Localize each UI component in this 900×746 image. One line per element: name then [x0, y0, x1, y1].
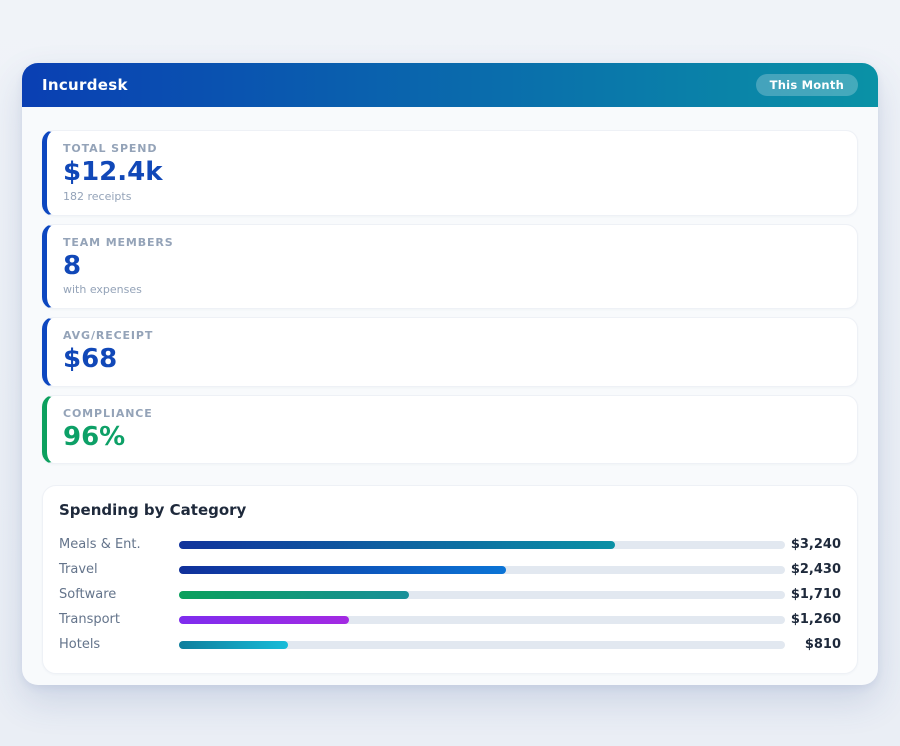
category-label: Hotels [59, 637, 179, 652]
bar-track [179, 641, 785, 649]
category-row-meals: Meals & Ent. $3,240 [59, 532, 841, 557]
stat-label: TOTAL SPEND [63, 142, 841, 155]
app-title: Incurdesk [42, 76, 128, 94]
bar-track [179, 591, 785, 599]
category-label: Meals & Ent. [59, 537, 179, 552]
category-row-hotels: Hotels $810 [59, 632, 841, 657]
category-row-software: Software $1,710 [59, 582, 841, 607]
stat-subtext: 182 receipts [63, 190, 841, 203]
page-background: { "header": { "app_title": "Incurdesk", … [0, 0, 900, 746]
category-row-travel: Travel $2,430 [59, 557, 841, 582]
stat-label: COMPLIANCE [63, 407, 841, 420]
period-badge[interactable]: This Month [756, 74, 858, 96]
stat-value: 8 [63, 252, 841, 281]
bar-fill-transport [179, 616, 349, 624]
spending-by-category-card: Spending by Category Meals & Ent. $3,240… [42, 485, 858, 674]
category-rows: Meals & Ent. $3,240 Travel $2,430 Softwa… [59, 532, 841, 657]
bar-fill-meals [179, 541, 615, 549]
category-label: Transport [59, 612, 179, 627]
category-row-transport: Transport $1,260 [59, 607, 841, 632]
stat-card-total-spend: TOTAL SPEND $12.4k 182 receipts [42, 130, 858, 216]
category-value: $2,430 [785, 562, 841, 577]
category-value: $1,710 [785, 587, 841, 602]
bar-track [179, 541, 785, 549]
chart-title: Spending by Category [59, 501, 841, 519]
stat-subtext: with expenses [63, 283, 841, 296]
category-label: Software [59, 587, 179, 602]
stat-card-avg-receipt: AVG/RECEIPT $68 [42, 317, 858, 387]
stat-value: 96% [63, 423, 841, 452]
category-value: $810 [785, 637, 841, 652]
app-header: Incurdesk This Month [22, 63, 878, 107]
bar-fill-travel [179, 566, 506, 574]
stat-value: $68 [63, 345, 841, 374]
category-label: Travel [59, 562, 179, 577]
bar-track [179, 616, 785, 624]
stat-label: TEAM MEMBERS [63, 236, 841, 249]
category-value: $1,260 [785, 612, 841, 627]
stat-card-compliance: COMPLIANCE 96% [42, 395, 858, 465]
stat-value: $12.4k [63, 158, 841, 187]
bar-fill-hotels [179, 641, 288, 649]
stat-card-team-members: TEAM MEMBERS 8 with expenses [42, 224, 858, 310]
bar-fill-software [179, 591, 409, 599]
category-value: $3,240 [785, 537, 841, 552]
bar-track [179, 566, 785, 574]
stat-label: AVG/RECEIPT [63, 329, 841, 342]
dashboard-panel: Incurdesk This Month TOTAL SPEND $12.4k … [22, 63, 878, 685]
dashboard-content: TOTAL SPEND $12.4k 182 receipts TEAM MEM… [22, 107, 878, 685]
